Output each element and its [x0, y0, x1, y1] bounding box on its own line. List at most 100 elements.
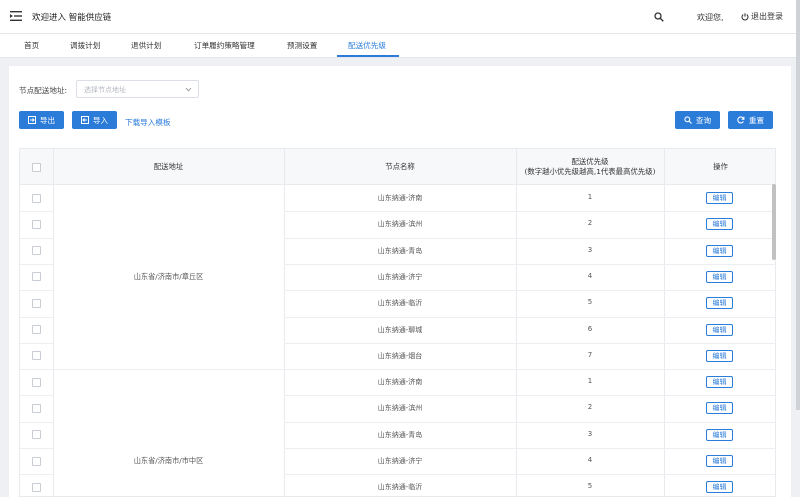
header-action: 操作	[664, 149, 775, 185]
import-button[interactable]: 导入	[72, 111, 117, 129]
row-divider	[284, 448, 775, 449]
row-divider	[20, 369, 53, 371]
power-icon	[741, 12, 749, 20]
row-divider	[284, 211, 775, 213]
search-icon[interactable]	[654, 12, 664, 22]
row-checkbox[interactable]	[32, 430, 41, 440]
nav-tabs: 首页 调拨计划 退供计划 订单履约策略管理 预测设置 配送优先级	[0, 34, 800, 58]
chevron-down-icon	[185, 87, 192, 92]
export-button[interactable]: 导出	[19, 111, 64, 129]
edit-button[interactable]: 编辑	[706, 297, 733, 310]
row-divider	[284, 290, 775, 292]
row-divider	[284, 395, 775, 397]
node-name: 山东纳通-济宁	[377, 272, 423, 281]
select-all-checkbox[interactable]	[32, 163, 41, 172]
export-label: 导出	[39, 115, 56, 125]
address-filter-label: 节点配送地址:	[19, 86, 68, 95]
header-priority-label: 配送优先级	[571, 157, 609, 166]
column-divider	[664, 149, 665, 496]
delivery-address: 山东省/济南市/章丘区	[133, 272, 204, 282]
import-label: 导入	[92, 115, 109, 125]
row-checkbox[interactable]	[32, 403, 41, 413]
edit-button[interactable]: 编辑	[706, 270, 733, 283]
row-divider	[20, 263, 53, 265]
table-header: 配送地址 节点名称 配送优先级 (数字越小优先级越高,1代表最高优先级) 操作	[20, 149, 775, 185]
row-checkbox[interactable]	[32, 325, 41, 334]
node-name: 山东纳通-青岛	[377, 246, 423, 255]
edit-button[interactable]: 编辑	[706, 376, 733, 389]
edit-button[interactable]: 编辑	[706, 323, 733, 336]
delivery-address: 山东省/济南市/市中区	[133, 456, 204, 466]
refresh-icon	[737, 116, 745, 124]
priority-value: 7	[587, 350, 593, 359]
node-name: 山东纳通-济宁	[377, 457, 423, 465]
import-icon	[80, 116, 89, 124]
priority-value: 6	[587, 324, 593, 333]
node-name: 山东纳通-烟台	[377, 351, 423, 360]
page-scrollbar[interactable]	[796, 0, 800, 410]
header-node-label: 节点名称	[385, 162, 415, 171]
row-checkbox[interactable]	[32, 482, 41, 492]
header-action-label: 操作	[713, 162, 728, 171]
table-scrollbar[interactable]	[772, 184, 776, 260]
user-greeting: 欢迎您,	[697, 13, 724, 22]
row-divider	[284, 342, 775, 344]
tab-return-plan[interactable]: 退供计划	[131, 34, 161, 58]
edit-button[interactable]: 编辑	[706, 192, 733, 204]
tab-transfer-plan[interactable]: 调拨计划	[70, 34, 100, 58]
column-divider	[516, 149, 517, 496]
edit-button[interactable]: 编辑	[706, 481, 733, 494]
priority-value: 2	[587, 403, 593, 412]
group-divider	[53, 369, 284, 371]
row-divider	[20, 342, 53, 344]
priority-value: 2	[587, 219, 593, 228]
logout-label: 退出登录	[751, 12, 783, 21]
node-name: 山东纳通-滨州	[377, 220, 423, 229]
reset-button[interactable]: 重置	[728, 111, 773, 129]
menu-fold-icon[interactable]	[10, 10, 22, 22]
header-node: 节点名称	[284, 149, 516, 185]
row-divider	[20, 421, 53, 423]
row-divider	[20, 395, 53, 397]
address-select[interactable]: 选择节点地址	[76, 80, 199, 98]
tab-order-strategy[interactable]: 订单履约策略管理	[194, 34, 255, 58]
download-template-link[interactable]: 下载导入模板	[125, 117, 171, 128]
row-checkbox[interactable]	[32, 193, 41, 203]
priority-value: 4	[587, 271, 593, 280]
row-divider	[284, 369, 775, 371]
row-divider	[284, 316, 775, 318]
priority-value: 3	[587, 245, 593, 254]
tab-home[interactable]: 首页	[24, 34, 39, 58]
query-label: 查询	[695, 115, 712, 125]
row-checkbox[interactable]	[32, 219, 41, 229]
row-checkbox[interactable]	[32, 377, 41, 387]
edit-button[interactable]: 编辑	[706, 402, 733, 415]
node-name: 山东纳通-临沂	[377, 483, 423, 492]
row-divider	[284, 263, 775, 265]
row-checkbox[interactable]	[32, 246, 41, 256]
node-name: 山东纳通-济南	[377, 194, 423, 202]
row-checkbox[interactable]	[32, 351, 41, 361]
row-divider	[284, 237, 775, 239]
query-button[interactable]: 查询	[675, 111, 720, 129]
row-divider	[284, 421, 775, 423]
edit-button[interactable]: 编辑	[706, 218, 733, 231]
node-name: 山东纳通-滨州	[377, 404, 423, 413]
node-name: 山东纳通-临沂	[377, 299, 423, 308]
edit-button[interactable]: 编辑	[706, 244, 733, 257]
edit-button[interactable]: 编辑	[706, 428, 733, 441]
row-divider	[20, 237, 53, 239]
row-checkbox[interactable]	[32, 272, 41, 282]
search-icon	[684, 116, 692, 124]
row-divider	[20, 448, 53, 449]
row-checkbox[interactable]	[32, 456, 41, 466]
row-divider	[20, 290, 53, 292]
top-header: 欢迎进入 智能供应链 欢迎您, 退出登录	[0, 0, 800, 34]
tab-forecast-settings[interactable]: 预测设置	[287, 34, 317, 58]
row-checkbox[interactable]	[32, 298, 41, 308]
edit-button[interactable]: 编辑	[706, 455, 733, 467]
logout-button[interactable]: 退出登录	[741, 11, 783, 22]
priority-value: 1	[587, 193, 593, 201]
priority-value: 5	[587, 298, 593, 307]
edit-button[interactable]: 编辑	[706, 349, 733, 362]
